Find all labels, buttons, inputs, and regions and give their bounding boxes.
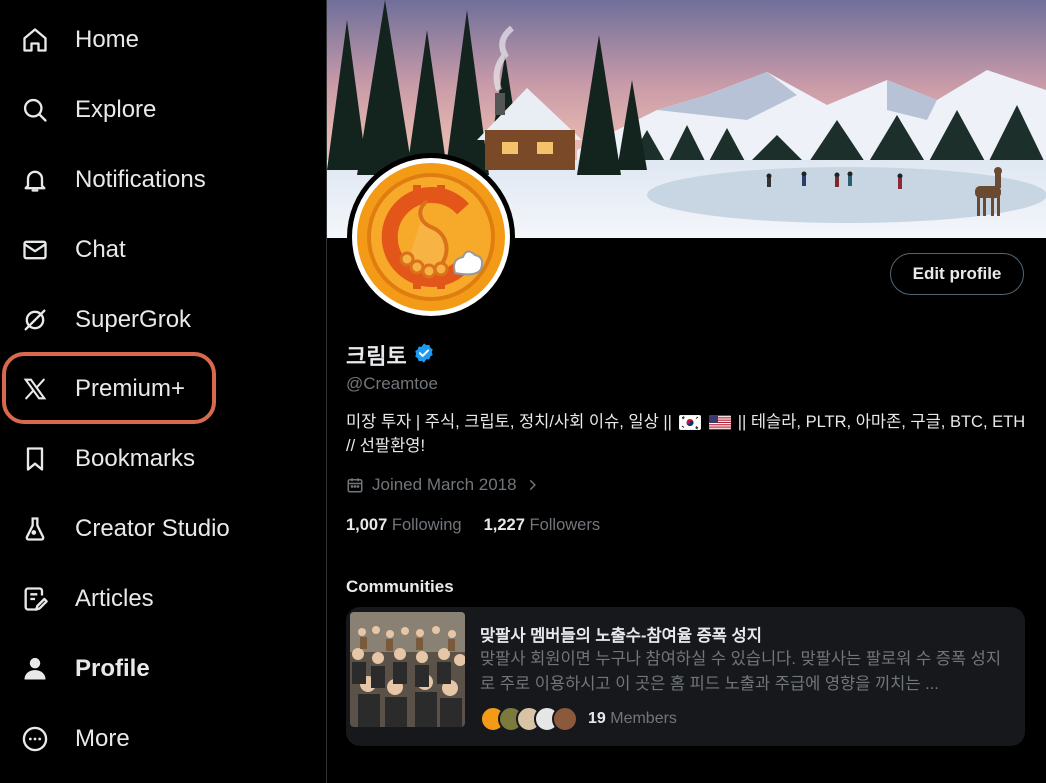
following-link[interactable]: 1,007 Following: [346, 516, 462, 535]
coin-logo-icon: [357, 163, 505, 311]
calendar-icon: [347, 478, 363, 493]
communities-heading: Communities: [346, 577, 454, 596]
search-icon: [20, 95, 50, 125]
sidebar-item-label: Notifications: [75, 166, 206, 193]
sidebar-item-label: More: [75, 725, 130, 752]
grok-icon: [20, 305, 50, 335]
joined-text: Joined March 2018: [372, 475, 517, 494]
followers-count: 1,227: [483, 516, 525, 534]
sidebar-item-bookmarks[interactable]: Bookmarks: [0, 431, 210, 487]
sidebar-item-articles[interactable]: Articles: [0, 571, 180, 627]
profile-handle: @Creamtoe: [346, 374, 438, 393]
article-edit-icon: [20, 584, 50, 614]
sidebar-nav: Home Explore Notifications Chat SuperGro…: [0, 0, 327, 783]
community-name: 맞팔사 멤버들의 노출수-참여율 증폭 성지: [480, 627, 762, 645]
bio-text-part1: 미장 투자 | 주식, 크립토, 정치/사회 이슈, 일상 ||: [346, 413, 672, 431]
sidebar-item-label: SuperGrok: [75, 306, 192, 333]
x-logo-icon: [20, 374, 50, 404]
more-circle-icon: [20, 724, 50, 754]
sidebar-item-label: Premium+: [75, 375, 186, 402]
edit-profile-button[interactable]: Edit profile: [890, 253, 1024, 295]
follow-stats: 1,007 Following 1,227 Followers: [346, 516, 600, 535]
community-description: 맞팔사 회원이면 누구나 참여하실 수 있습니다. 맞팔사는 팔로워 수 증폭 …: [480, 650, 1002, 693]
member-avatars: [480, 706, 578, 732]
korea-flag-icon: [678, 415, 701, 431]
person-icon: [20, 654, 50, 684]
sidebar-item-label: Bookmarks: [75, 445, 196, 472]
home-icon: [20, 25, 50, 55]
community-thumbnail: [350, 612, 465, 727]
sidebar-item-explore[interactable]: Explore: [0, 82, 180, 138]
flask-icon: [20, 514, 50, 544]
sidebar-item-label: Explore: [75, 96, 157, 123]
mail-icon: [20, 235, 50, 265]
members-count: 19: [588, 710, 606, 727]
sidebar-item-supergrok[interactable]: SuperGrok: [0, 292, 215, 348]
sidebar-item-label: Home: [75, 26, 140, 53]
chevron-right-icon: [529, 479, 536, 491]
profile-main: Edit profile 크림토 @Creamtoe 미장 투자 | 주식, 크…: [327, 0, 1046, 783]
followers-label: Followers: [529, 516, 601, 534]
verified-badge-icon[interactable]: [413, 342, 435, 369]
bookmark-icon: [20, 444, 50, 474]
sidebar-item-label: Articles: [75, 585, 154, 612]
profile-avatar[interactable]: [347, 153, 515, 321]
sidebar-item-creator-studio[interactable]: Creator Studio: [0, 501, 250, 557]
profile-name-row: 크림토: [346, 339, 435, 371]
bell-icon: [20, 165, 50, 195]
following-count: 1,007: [346, 516, 388, 534]
sidebar-item-chat[interactable]: Chat: [0, 222, 150, 278]
following-label: Following: [391, 516, 462, 534]
profile-bio: 미장 투자 | 주식, 크립토, 정치/사회 이슈, 일상 || || 테슬라,…: [346, 410, 1031, 458]
sidebar-item-label: Creator Studio: [75, 515, 230, 542]
avatar: [552, 706, 578, 732]
profile-name: 크림토: [346, 344, 407, 369]
sidebar-item-home[interactable]: Home: [0, 12, 170, 68]
usa-flag-icon: [709, 415, 732, 431]
community-members: 19 Members: [480, 706, 677, 732]
followers-link[interactable]: 1,227 Followers: [484, 516, 601, 535]
community-card[interactable]: 맞팔사 멤버들의 노출수-참여율 증폭 성지 맞팔사 회원이면 누구나 참여하실…: [346, 607, 1025, 746]
members-label: Members: [610, 710, 677, 727]
sidebar-item-notifications[interactable]: Notifications: [0, 152, 240, 208]
sidebar-item-label: Chat: [75, 236, 126, 263]
sidebar-item-premium[interactable]: Premium+: [0, 361, 200, 417]
sidebar-item-profile[interactable]: Profile: [0, 641, 170, 697]
sidebar-item-more[interactable]: More: [0, 711, 150, 767]
joined-date[interactable]: Joined March 2018: [346, 475, 539, 495]
sidebar-item-label: Profile: [75, 655, 150, 682]
